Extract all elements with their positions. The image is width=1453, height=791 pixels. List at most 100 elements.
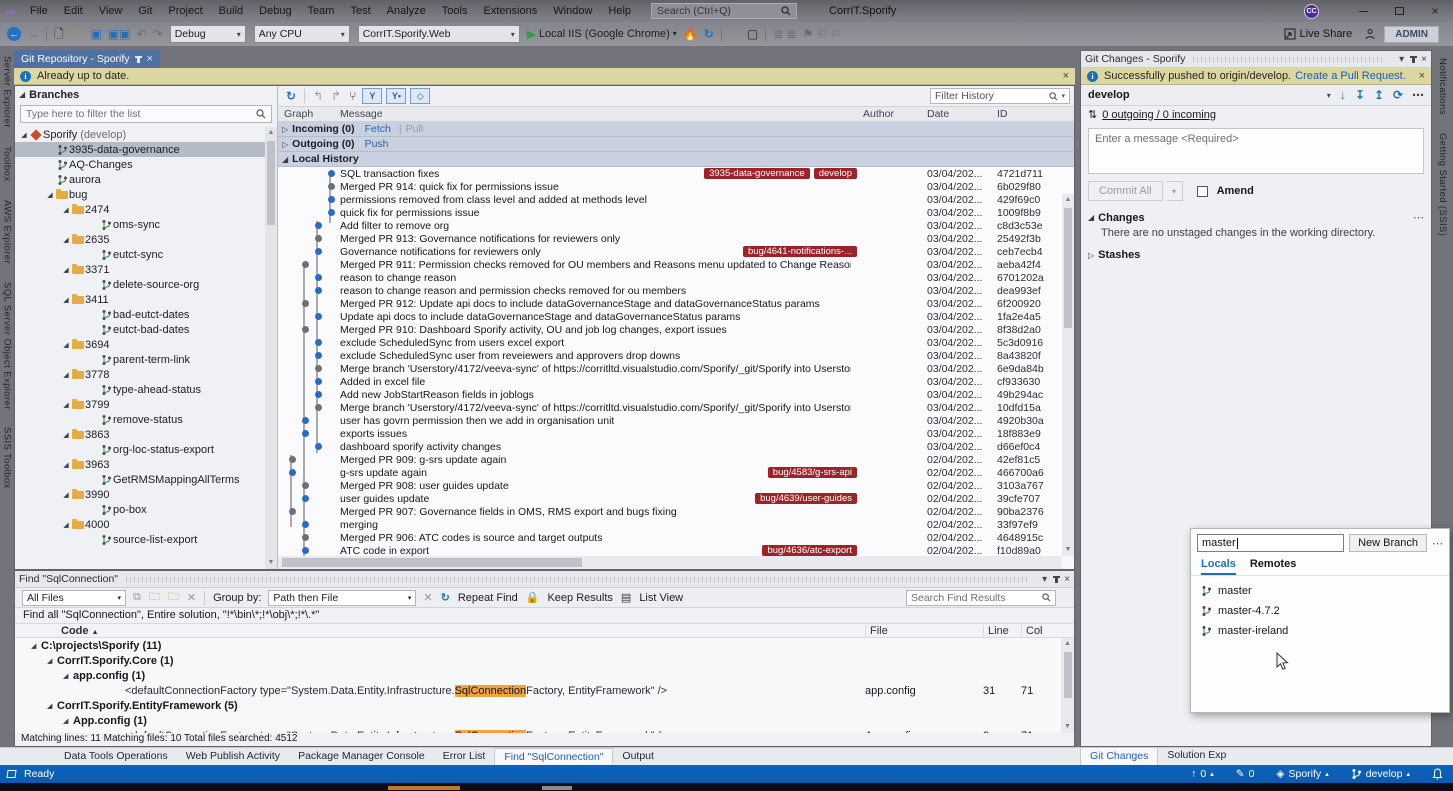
col-author[interactable]: Author <box>863 108 927 120</box>
branch-tree-item[interactable]: po-box <box>15 502 265 517</box>
commit-row[interactable]: quick fix for permissions issue 03/04/20… <box>278 206 1074 219</box>
branch-dropdown-icon[interactable]: ▾ <box>1327 91 1331 100</box>
refresh-icon[interactable]: ↻ <box>704 28 714 40</box>
commit-row[interactable]: g-srs update again bug/4583/g-srs-api 02… <box>278 466 1074 479</box>
branch-filter-input[interactable]: Type here to filter the list <box>20 105 272 123</box>
menu-item[interactable]: File <box>22 0 56 22</box>
keep-results-icon[interactable]: 🔒 <box>526 591 540 604</box>
menu-item[interactable]: Help <box>600 0 639 22</box>
current-branch-dropdown[interactable]: develop <box>1088 89 1130 101</box>
branch-tree-item[interactable]: 3694 <box>15 337 265 352</box>
branch-popup-item[interactable]: master <box>1191 581 1449 601</box>
commit-row[interactable]: Merged PR 913: Governance notifications … <box>278 232 1074 245</box>
tool-tab[interactable]: Toolbox <box>2 146 13 182</box>
repeat-find-label[interactable]: Repeat Find <box>458 592 518 604</box>
branch-tree-item[interactable]: type-ahead-status <box>15 382 265 397</box>
branches-header[interactable]: ◢ Branches <box>15 86 277 103</box>
preview-icon[interactable]: ▢ <box>747 28 758 40</box>
window-position-icon[interactable]: ▾ <box>1042 574 1047 585</box>
pending-changes[interactable]: ✎0 <box>1236 768 1255 780</box>
show-all-branches-icon[interactable]: Y• <box>386 88 406 104</box>
menu-item[interactable]: Debug <box>251 0 299 22</box>
show-tags-icon[interactable]: ◇ <box>410 88 430 104</box>
live-share-label[interactable]: Live Share <box>1300 28 1353 40</box>
branch-popup-item[interactable]: master-ireland <box>1191 621 1449 641</box>
tool-tab[interactable]: SSIS Toolbox <box>2 427 13 489</box>
branches-scrollbar[interactable]: ▲ ▼ <box>265 127 277 569</box>
commit-row[interactable]: ATC code in export bug/4636/atc-export 0… <box>278 544 1074 556</box>
branch-tree-item[interactable]: remove-status <box>15 412 265 427</box>
bottom-tab[interactable]: Data Tools Operations <box>55 748 177 765</box>
tool-tab[interactable]: AWS Explorer <box>2 200 13 264</box>
branch-tree-item[interactable]: aurora <box>15 172 265 187</box>
branch-tree-item[interactable]: source-list-export <box>15 532 265 547</box>
menu-item[interactable]: Git <box>130 0 160 22</box>
dock-tab[interactable]: Solution Exp <box>1158 747 1235 765</box>
changes-section-header[interactable]: ◢ Changes ⋯ <box>1081 207 1431 225</box>
branch-tree-item[interactable]: 4000 <box>15 517 265 532</box>
branch-tag[interactable]: bug/4641-notifications-... <box>743 246 857 257</box>
admin-button[interactable]: ADMIN <box>1384 26 1439 43</box>
commit-row[interactable]: Merged PR 909: g-srs update again 02/04/… <box>278 453 1074 466</box>
tool-tab[interactable]: SQL Server Object Explorer <box>2 282 13 410</box>
notifications-bell-icon[interactable] <box>1432 768 1443 780</box>
list-view-label[interactable]: List View <box>639 592 683 604</box>
current-repo[interactable]: ◈Sporify▴ <box>1276 768 1328 780</box>
commit-row[interactable]: exclude ScheduledSync from users excel e… <box>278 336 1074 349</box>
branch-tag[interactable]: bug/4583/g-srs-api <box>768 467 857 478</box>
incoming-row[interactable]: ▷ Incoming (0) Fetch | Pull <box>278 122 1074 137</box>
close-icon[interactable]: × <box>1419 70 1425 82</box>
close-icon[interactable]: × <box>147 53 153 65</box>
tool-tab[interactable]: Notifications <box>1437 58 1448 115</box>
branch-tree-item[interactable]: parent-term-link <box>15 352 265 367</box>
branch-tag[interactable]: develop <box>814 168 857 179</box>
bottom-tab[interactable]: Error List <box>434 748 495 765</box>
new-branch-button[interactable]: New Branch <box>1349 534 1427 552</box>
git-repository-tab[interactable]: Git Repository - Sporify × <box>14 50 160 68</box>
maximize-button[interactable] <box>1381 0 1417 22</box>
menu-item[interactable]: Window <box>545 0 600 22</box>
commit-row[interactable]: reason to change reason and permission c… <box>278 284 1074 297</box>
menu-item[interactable]: Team <box>300 0 343 22</box>
search-find-results-input[interactable]: Search Find Results <box>906 590 1056 606</box>
commit-row[interactable]: Governance notifications for reviewers o… <box>278 245 1074 258</box>
outgoing-row[interactable]: ▷ Outgoing (0) Push <box>278 137 1074 152</box>
commit-row[interactable]: Add filter to remove org 03/04/202... c8… <box>278 219 1074 232</box>
commit-row[interactable]: exclude ScheduledSync user from reveiewe… <box>278 349 1074 362</box>
expander-icon[interactable] <box>45 191 55 199</box>
more-actions-icon[interactable]: ⋯ <box>1432 537 1443 550</box>
group-by-dropdown[interactable]: Path then File▾ <box>268 590 416 606</box>
pin-icon[interactable] <box>1412 56 1415 63</box>
save-all-icon[interactable]: ▣▣ <box>108 28 131 40</box>
commit-row[interactable]: exports issues 03/04/202... 18f883e9 <box>278 427 1074 440</box>
branch-tree-item[interactable]: 3778 <box>15 367 265 382</box>
commit-row[interactable]: Merged PR 912: Update api docs to includ… <box>278 297 1074 310</box>
branch-tree-item[interactable]: 3935-data-governance <box>15 142 265 157</box>
repeat-find-icon[interactable]: ↻ <box>441 591 450 604</box>
col-date[interactable]: Date <box>927 108 997 120</box>
local-history-row[interactable]: ◢ Local History <box>278 152 1074 167</box>
expander-icon[interactable] <box>61 401 71 409</box>
menu-item[interactable]: Tools <box>434 0 476 22</box>
col-line[interactable]: Line <box>983 625 1021 637</box>
keep-results-label[interactable]: Keep Results <box>547 592 612 604</box>
close-icon[interactable]: × <box>1421 54 1427 65</box>
branch-tree-item[interactable]: 2474 <box>15 202 265 217</box>
bottom-tab[interactable]: Package Manager Console <box>289 748 434 765</box>
navigate-forward-icon[interactable]: → <box>27 28 39 40</box>
run-target-label[interactable]: Local IIS (Google Chrome) <box>539 28 670 40</box>
menu-item[interactable]: Test <box>342 0 378 22</box>
save-icon[interactable]: ▣ <box>91 28 102 40</box>
col-message[interactable]: Message <box>340 108 863 120</box>
expander-icon[interactable] <box>61 266 71 274</box>
close-button[interactable]: × <box>1417 0 1453 22</box>
menu-item[interactable]: Project <box>160 0 210 22</box>
undo-icon[interactable]: ↶ <box>137 28 147 40</box>
branch-tree-item[interactable]: bad-eutct-dates <box>15 307 265 322</box>
commit-message-input[interactable]: Enter a message <Required> <box>1088 128 1424 174</box>
commit-row[interactable]: dashboard sporify activity changes 03/04… <box>278 440 1074 453</box>
menu-item[interactable]: Extensions <box>475 0 545 22</box>
account-avatar[interactable]: CC <box>1304 4 1319 19</box>
commit-row[interactable]: Merge branch 'Userstory/4172/veeva-sync'… <box>278 401 1074 414</box>
menu-item[interactable]: Edit <box>56 0 91 22</box>
